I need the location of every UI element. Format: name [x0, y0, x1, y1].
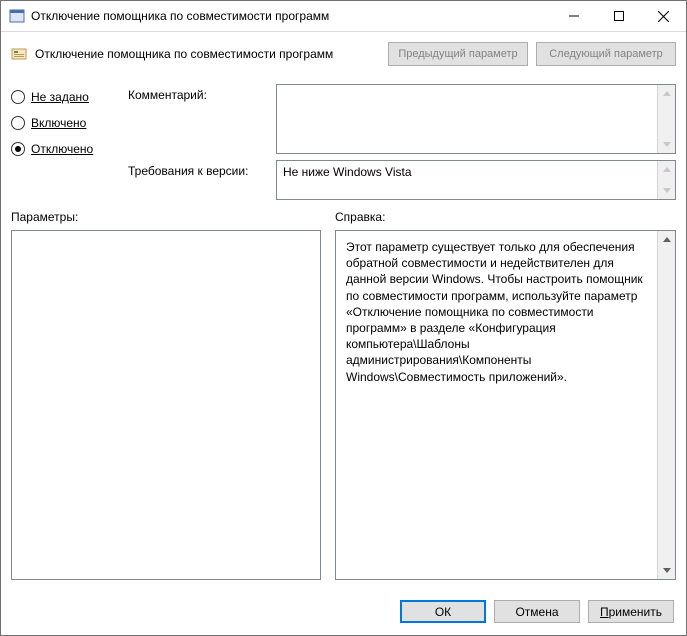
- window-title: Отключение помощника по совместимости пр…: [31, 9, 551, 23]
- policy-title: Отключение помощника по совместимости пр…: [35, 47, 388, 61]
- maximize-button[interactable]: [596, 1, 641, 31]
- parameters-box: [11, 230, 321, 580]
- radio-not-configured[interactable]: Не задано: [11, 90, 116, 104]
- state-radio-group: Не задано Включено Отключено: [11, 84, 116, 200]
- radio-label: Отключено: [31, 142, 93, 156]
- scroll-down-icon: [658, 182, 675, 199]
- titlebar[interactable]: Отключение помощника по совместимости пр…: [1, 1, 686, 32]
- parameters-panel: Параметры:: [11, 210, 321, 580]
- requirements-label: Требования к версии:: [128, 160, 268, 178]
- help-label: Справка:: [335, 210, 676, 224]
- client-area: Отключение помощника по совместимости пр…: [1, 32, 686, 635]
- ok-button[interactable]: ОК: [400, 600, 486, 623]
- comment-row: Комментарий:: [128, 84, 676, 154]
- parameters-content: [12, 231, 320, 579]
- comment-value: [277, 85, 657, 153]
- comment-label: Комментарий:: [128, 84, 268, 102]
- help-box: Этот параметр существует только для обес…: [335, 230, 676, 580]
- window-controls: [551, 1, 686, 31]
- requirements-textarea: Не ниже Windows Vista: [276, 160, 676, 200]
- scrollbar[interactable]: [657, 161, 675, 199]
- radio-icon: [11, 116, 25, 130]
- radio-enabled[interactable]: Включено: [11, 116, 116, 130]
- requirements-row: Требования к версии: Не ниже Windows Vis…: [128, 160, 676, 200]
- next-setting-button[interactable]: Следующий параметр: [536, 42, 676, 66]
- apply-button[interactable]: Применить: [588, 600, 674, 623]
- scroll-up-icon: [658, 85, 675, 102]
- scrollbar[interactable]: [657, 85, 675, 153]
- radio-icon: [11, 90, 25, 104]
- nav-buttons: Предыдущий параметр Следующий параметр: [388, 42, 676, 66]
- form-column: Комментарий: Требования к версии: Не ниж…: [128, 84, 676, 200]
- radio-icon: [11, 142, 25, 156]
- radio-label: Не задано: [31, 90, 89, 104]
- scroll-down-icon: [658, 562, 675, 579]
- policy-dialog: Отключение помощника по совместимости пр…: [0, 0, 687, 636]
- requirements-value: Не ниже Windows Vista: [277, 161, 657, 199]
- minimize-button[interactable]: [551, 1, 596, 31]
- close-button[interactable]: [641, 1, 686, 31]
- scroll-up-icon: [658, 231, 675, 248]
- scroll-down-icon: [658, 136, 675, 153]
- comment-textarea[interactable]: [276, 84, 676, 154]
- dialog-footer: ОК Отмена Применить: [1, 590, 686, 635]
- help-panel: Справка: Этот параметр существует только…: [335, 210, 676, 580]
- previous-setting-button[interactable]: Предыдущий параметр: [388, 42, 528, 66]
- window-icon: [9, 8, 25, 24]
- radio-label: Включено: [31, 116, 86, 130]
- radio-disabled[interactable]: Отключено: [11, 142, 116, 156]
- toolbar: Отключение помощника по совместимости пр…: [1, 32, 686, 76]
- body-area: Не задано Включено Отключено Комментарий…: [1, 76, 686, 200]
- lower-panels: Параметры: Справка: Этот параметр сущест…: [1, 200, 686, 590]
- scroll-up-icon: [658, 161, 675, 178]
- cancel-button[interactable]: Отмена: [494, 600, 580, 623]
- parameters-label: Параметры:: [11, 210, 321, 224]
- scrollbar[interactable]: [657, 231, 675, 579]
- help-text: Этот параметр существует только для обес…: [336, 231, 657, 579]
- policy-icon: [11, 46, 27, 62]
